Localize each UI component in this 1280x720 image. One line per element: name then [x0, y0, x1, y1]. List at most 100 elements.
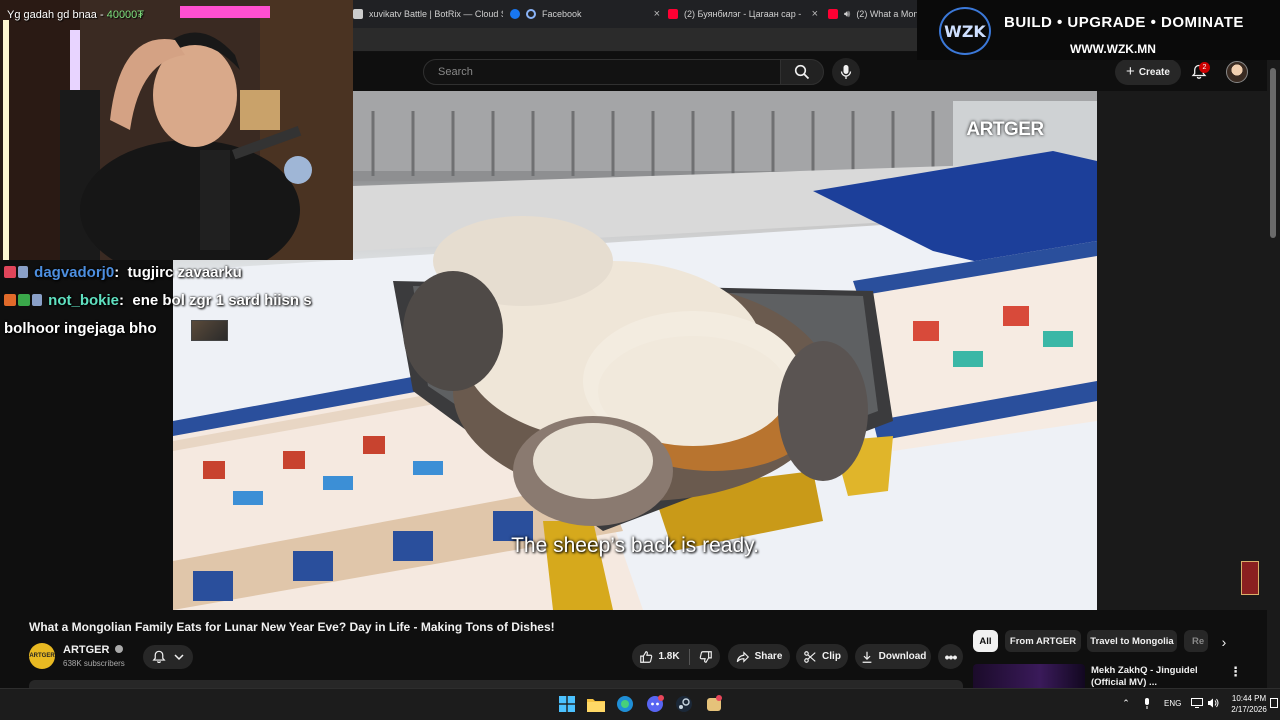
- chat-message: dagvadorj0: tugjirc zavaarku: [4, 264, 242, 281]
- clip-button[interactable]: Clip: [796, 644, 848, 669]
- file-explorer-icon[interactable]: [586, 694, 606, 714]
- notification-count-badge: 2: [1199, 62, 1210, 73]
- search-button[interactable]: [780, 59, 824, 85]
- chat-text: ene bol zgr 1 sard hiisn s: [132, 292, 312, 309]
- account-avatar[interactable]: [1226, 61, 1248, 83]
- chip-all[interactable]: All: [973, 630, 998, 652]
- create-button[interactable]: + Create: [1115, 59, 1181, 85]
- download-button[interactable]: Download: [855, 644, 931, 669]
- audio-playing-icon[interactable]: 🔊︎: [844, 9, 850, 20]
- thumbs-up-icon[interactable]: [639, 650, 653, 664]
- search-icon: [794, 64, 810, 80]
- video-subtitle: The sheep’s back is ready.: [511, 534, 759, 557]
- input-language[interactable]: ENG: [1164, 699, 1181, 708]
- download-icon: [862, 651, 871, 663]
- donation-goal-label: Yg gadah gd bnaa -: [7, 9, 107, 21]
- share-label: Share: [754, 651, 783, 662]
- donation-goal-text: Yg gadah gd bnaa - 40000₮: [7, 9, 144, 21]
- notification-center-icon[interactable]: [1268, 697, 1280, 709]
- windows-start-icon[interactable]: [557, 694, 577, 714]
- sword-badge-icon: [18, 266, 28, 278]
- bell-icon: [152, 650, 166, 664]
- chat-username: dagvadorj0: [34, 264, 115, 281]
- game-app-icon[interactable]: [704, 694, 724, 714]
- subscriber-badge-icon: [4, 294, 16, 306]
- heart-badge-icon: [4, 266, 16, 278]
- video-watermark: ARTGER: [966, 119, 1044, 140]
- video-title: What a Mongolian Family Eats for Lunar N…: [29, 620, 555, 634]
- recommended-video-title[interactable]: Mekh ZakhQ - Jinguidel (Official MV) ...: [1091, 665, 1231, 688]
- chat-text: tugjirc zavaarku: [127, 264, 242, 281]
- subscriber-count: 638K subscribers: [63, 659, 125, 668]
- channel-name[interactable]: ARTGER: [63, 644, 123, 656]
- divider: [688, 648, 690, 665]
- tab-title: xuvikatv Battle | BotRix — Cloud St: [369, 9, 503, 19]
- channel-avatar[interactable]: ARTGER: [29, 643, 55, 669]
- voice-search-button[interactable]: [832, 58, 860, 86]
- chevron-down-icon: [174, 654, 184, 661]
- search-input[interactable]: Search: [423, 59, 781, 85]
- scrollbar-thumb[interactable]: [1270, 68, 1276, 238]
- description-box[interactable]: [29, 680, 963, 688]
- windows-taskbar: [0, 688, 1280, 720]
- youtube-favicon-icon: [828, 9, 838, 19]
- chat-text: bolhoor ingejaga bho: [4, 320, 157, 337]
- more-vertical-icon[interactable]: ⋮: [1229, 664, 1242, 680]
- streamer-webcam: [0, 0, 353, 260]
- chevron-up-icon[interactable]: ⌃: [1120, 697, 1132, 709]
- chevron-right-icon[interactable]: ›: [1214, 632, 1234, 652]
- level-badge-icon: [18, 294, 30, 306]
- clock-time: 10:44 PM: [1231, 694, 1267, 703]
- clip-label: Clip: [822, 651, 841, 662]
- webcam-image: [0, 0, 353, 260]
- subscription-notification-button[interactable]: [143, 645, 193, 669]
- channel-name-text: ARTGER: [63, 644, 110, 656]
- chip-travel-to-mongolia[interactable]: Travel to Mongolia: [1087, 630, 1177, 652]
- scissors-icon: [804, 650, 816, 663]
- clock-date: 2/17/2026: [1231, 705, 1267, 714]
- botrix-favicon-icon: [353, 9, 363, 19]
- microphone-icon: [840, 65, 852, 79]
- more-horizontal-icon: •••: [944, 648, 958, 665]
- browser-tab-youtube-active[interactable]: 🔊︎ (2) What a Mong: [828, 4, 918, 24]
- close-tab-icon[interactable]: ×: [654, 8, 660, 20]
- network-icon[interactable]: [1191, 697, 1203, 709]
- volume-icon[interactable]: [1207, 697, 1219, 709]
- secondary-column-background: [1097, 91, 1267, 610]
- steam-icon[interactable]: [674, 694, 694, 714]
- edge-browser-icon[interactable]: [615, 694, 635, 714]
- share-button[interactable]: Share: [728, 644, 790, 669]
- donation-goal-amount: 40000₮: [106, 9, 145, 21]
- like-count[interactable]: 1.8K: [658, 651, 679, 662]
- thumbs-down-icon[interactable]: [699, 650, 713, 664]
- close-tab-icon[interactable]: ×: [812, 8, 818, 20]
- chat-message: bolhoor ingejaga bho: [4, 320, 157, 337]
- chip-related[interactable]: Re: [1184, 630, 1208, 652]
- download-label: Download: [878, 651, 927, 662]
- chat-emote-image: [191, 320, 228, 341]
- recommended-video-thumbnail[interactable]: [973, 664, 1085, 688]
- more-actions-button[interactable]: •••: [938, 644, 963, 669]
- mini-ad-thumbnail[interactable]: [1241, 561, 1259, 595]
- browser-tab-youtube-1[interactable]: (2) Буянбилэг - Цагаан сар - YouTube ×: [668, 4, 818, 24]
- chat-username: not_bokie: [48, 292, 120, 309]
- system-clock[interactable]: 10:44 PM 2/17/2026: [1228, 693, 1270, 715]
- plus-icon: +: [1126, 63, 1135, 80]
- verified-icon: [114, 645, 123, 653]
- browser-tab-botrix[interactable]: xuvikatv Battle | BotRix — Cloud St: [353, 4, 503, 24]
- tab-title: (2) What a Mong: [856, 9, 918, 19]
- browser-tab-facebook[interactable]: Facebook ×: [510, 4, 660, 24]
- chat-message: not_bokie: ene bol zgr 1 sard hiisn s: [4, 292, 312, 309]
- share-icon: [736, 650, 749, 663]
- discord-icon[interactable]: [645, 694, 665, 714]
- tab-title: Facebook: [542, 9, 582, 19]
- microphone-icon[interactable]: [1141, 697, 1153, 709]
- facebook-favicon-icon: [510, 9, 520, 19]
- loading-icon: [526, 9, 536, 19]
- chip-from-channel[interactable]: From ARTGER: [1005, 630, 1081, 652]
- like-dislike-group: 1.8K: [632, 644, 720, 669]
- sword-badge-icon: [32, 294, 42, 306]
- tab-title: (2) Буянбилэг - Цагаан сар - YouTube: [684, 9, 802, 19]
- sponsor-url: WWW.WZK.MN: [1070, 42, 1156, 56]
- wzk-logo: WZK: [939, 7, 991, 55]
